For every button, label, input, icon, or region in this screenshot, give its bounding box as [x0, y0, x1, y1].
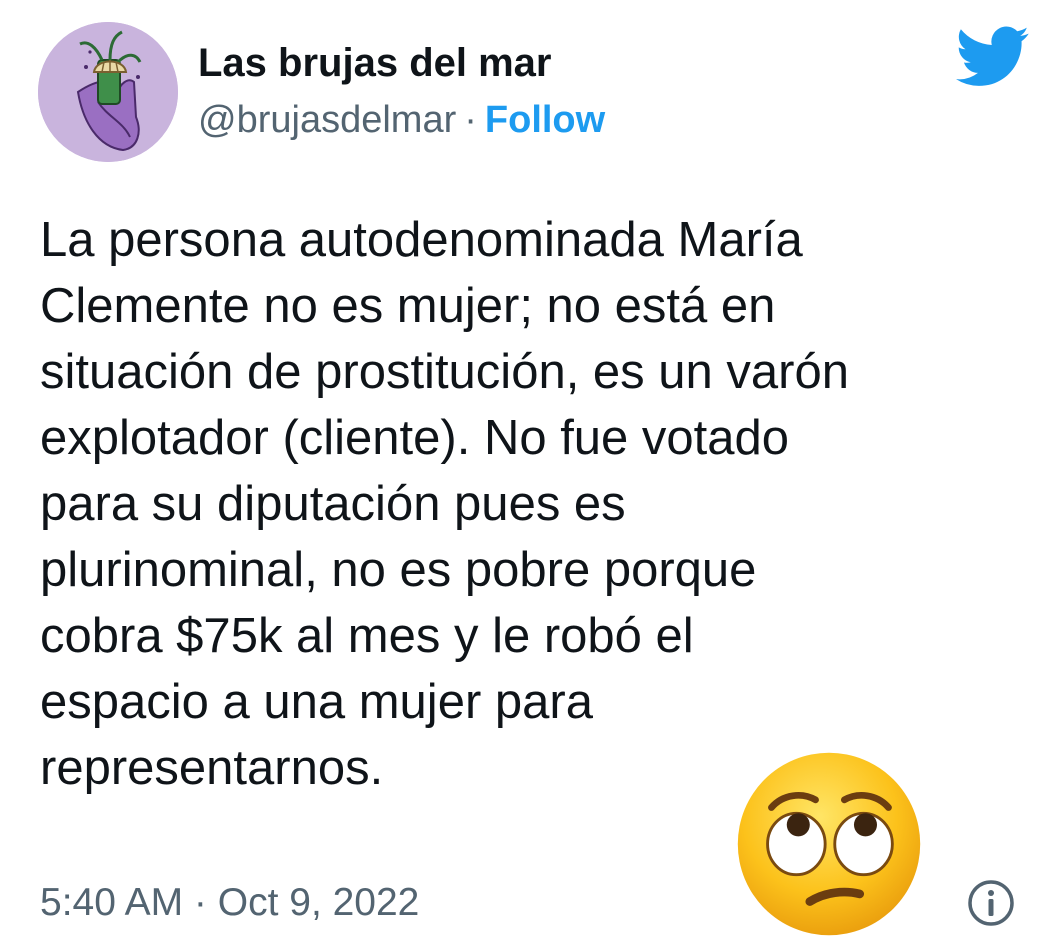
face-with-rolling-eyes-icon — [733, 748, 925, 940]
follow-button[interactable]: Follow — [485, 99, 605, 141]
author-handle-row: @brujasdelmar · Follow — [198, 98, 605, 142]
tweet-line: espacio a una mujer para — [40, 675, 593, 729]
tweet-line: representarnos. — [40, 741, 384, 795]
tweet-text: La persona autodenominada María Clemente… — [40, 207, 1030, 801]
tweet-line: plurinominal, no es pobre porque — [40, 543, 757, 597]
tweet-line: explotador (cliente). No fue votado — [40, 411, 790, 465]
tweet-timestamp[interactable]: 5:40 AM · Oct 9, 2022 — [40, 880, 419, 926]
tweet-line: La persona autodenominada María — [40, 213, 803, 267]
handle-separator: · — [464, 99, 477, 141]
author-display-name[interactable]: Las brujas del mar — [198, 40, 551, 86]
avatar-illustration — [38, 22, 178, 162]
tweet-line: Clemente no es mujer; no está en — [40, 279, 776, 333]
tweet-line: para su diputación pues es — [40, 477, 626, 531]
twitter-bird-icon[interactable] — [956, 26, 1030, 88]
tweet-line: situación de prostitución, es un varón — [40, 345, 849, 399]
info-icon[interactable] — [966, 878, 1016, 928]
author-avatar[interactable] — [38, 22, 178, 162]
tweet-line: cobra $75k al mes y le robó el — [40, 609, 694, 663]
author-handle[interactable]: @brujasdelmar — [198, 99, 456, 141]
